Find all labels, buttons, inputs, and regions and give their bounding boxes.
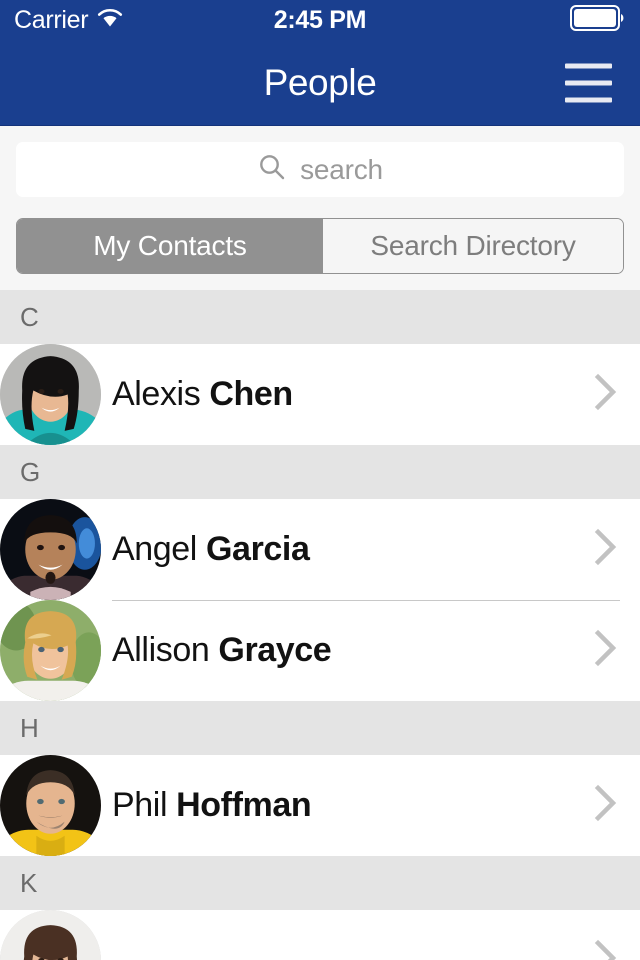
contact-list: C Alexis Chen G Angel Garcia Allison Gra… [0, 290, 640, 960]
status-bar-right [570, 4, 626, 36]
hamburger-bar-3 [565, 97, 612, 102]
chevron-right-icon[interactable] [594, 628, 618, 673]
section-header-c: C [0, 290, 640, 344]
contact-last-name: Garcia [206, 530, 310, 568]
section-rows-c: Alexis Chen [0, 344, 640, 445]
hamburger-bar-2 [565, 80, 612, 85]
section-rows-g: Angel Garcia Allison Grayce [0, 499, 640, 701]
section-header-k: K [0, 856, 640, 910]
list-item[interactable]: Alexis Chen [0, 344, 640, 445]
search-icon [257, 152, 287, 187]
contact-name: Alexis Chen [112, 375, 293, 414]
section-rows-k [0, 910, 640, 960]
chevron-right-icon[interactable] [594, 938, 618, 960]
list-item[interactable]: Angel Garcia [0, 499, 640, 600]
avatar-alexis-chen [0, 344, 101, 445]
avatar-allison-grayce [0, 600, 101, 701]
search-placeholder: search [300, 153, 383, 185]
contact-name: Phil Hoffman [112, 786, 312, 825]
wifi-icon [97, 8, 123, 33]
contact-name: Allison Grayce [112, 631, 332, 670]
segment-my-contacts[interactable]: My Contacts [17, 219, 323, 273]
segmented-control[interactable]: My Contacts Search Directory [16, 218, 624, 274]
chevron-right-icon[interactable] [594, 372, 618, 417]
contact-first-name: Angel [112, 530, 197, 568]
chevron-right-icon[interactable] [594, 527, 618, 572]
status-bar-left: Carrier [14, 6, 123, 35]
segment-search-directory[interactable]: Search Directory [323, 219, 623, 273]
contact-first-name: Alexis [112, 375, 201, 413]
search-input[interactable]: search [16, 142, 624, 197]
chevron-right-icon[interactable] [594, 783, 618, 828]
list-item[interactable]: Allison Grayce [0, 600, 640, 701]
avatar-angel-garcia [0, 499, 101, 600]
contact-first-name: Allison [112, 631, 210, 669]
list-item[interactable] [0, 910, 640, 960]
list-item[interactable]: Phil Hoffman [0, 755, 640, 856]
contact-last-name: Grayce [218, 631, 332, 669]
status-bar: Carrier 2:45 PM [0, 0, 640, 40]
contact-first-name: Phil [112, 786, 168, 824]
hamburger-bar-1 [565, 63, 612, 68]
battery-full-icon [570, 4, 626, 36]
section-rows-h: Phil Hoffman [0, 755, 640, 856]
contact-last-name: Hoffman [176, 786, 312, 824]
segmented-control-wrapper: My Contacts Search Directory [0, 197, 640, 290]
hamburger-menu-icon[interactable] [565, 63, 612, 102]
page-title: People [263, 61, 377, 103]
avatar-partial-k [0, 910, 101, 960]
navigation-bar: People [0, 40, 640, 126]
section-header-g: G [0, 445, 640, 499]
carrier-label: Carrier [14, 5, 89, 34]
section-header-h: H [0, 701, 640, 755]
contact-last-name: Chen [209, 375, 293, 413]
contact-name: Angel Garcia [112, 530, 310, 569]
search-area: search [0, 126, 640, 197]
avatar-phil-hoffman [0, 755, 101, 856]
